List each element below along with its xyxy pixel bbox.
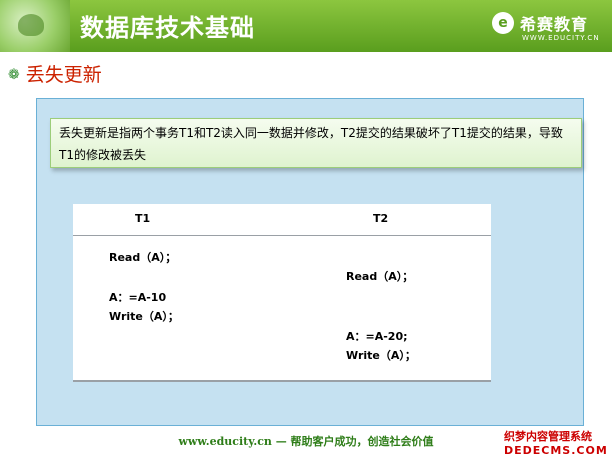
t2-read-op: Read（A）；: [346, 270, 414, 283]
educity-logo: e 希赛教育 WWW.EDUCITY.CN: [492, 10, 604, 44]
transaction-table: T1 T2 Read（A）； Read（A）； A：=A-10 Write（A）…: [73, 204, 491, 382]
logo-mark-icon: e: [492, 12, 514, 34]
column-header-t2: T2: [373, 212, 389, 225]
definition-box: 丢失更新是指两个事务T1和T2读入同一数据并修改，T2提交的结果破坏了T1提交的…: [50, 118, 582, 168]
header-banner: 数据库技术基础 e 希赛教育 WWW.EDUCITY.CN: [0, 0, 612, 52]
t2-assign-op: A：=A-20;: [346, 330, 408, 343]
page-title: 数据库技术基础: [80, 14, 255, 42]
table-divider: [73, 235, 491, 236]
t1-read-op: Read（A）；: [109, 251, 177, 264]
section-title-text: 丢失更新: [25, 64, 102, 86]
dedecms-watermark: 织梦内容管理系统 DEDECMS.COM: [504, 428, 610, 460]
logo-text: 希赛教育: [520, 15, 589, 34]
logo-subtext: WWW.EDUCITY.CN: [522, 34, 600, 42]
t2-write-op: Write（A）；: [346, 349, 416, 362]
flower-bullet-icon: ❁: [8, 67, 20, 83]
t1-assign-op: A：=A-10: [109, 291, 167, 304]
column-header-t1: T1: [135, 212, 151, 225]
watermark-line1: 织梦内容管理系统: [504, 430, 592, 443]
section-heading: ❁ 丢失更新: [8, 60, 102, 87]
plant-image: [0, 0, 70, 52]
watermark-line2: DEDECMS.COM: [504, 444, 608, 457]
t1-write-op: Write（A）；: [109, 310, 179, 323]
